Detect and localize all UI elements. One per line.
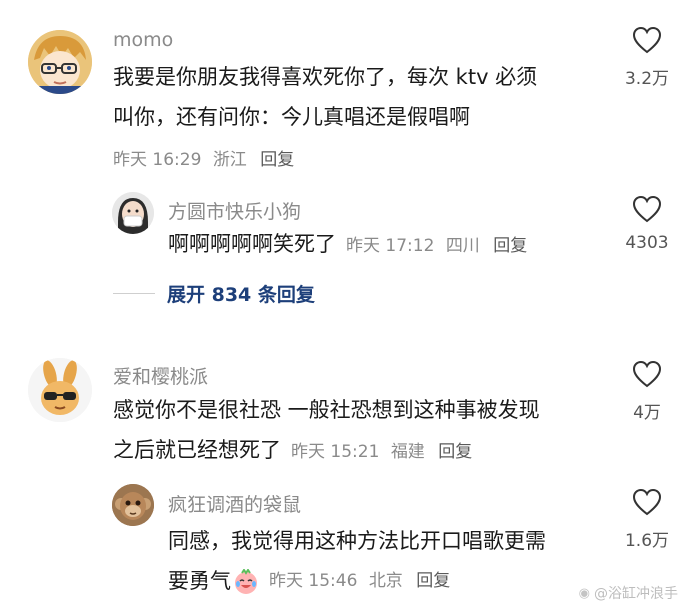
comment-time: 昨天 15:21 — [291, 442, 380, 462]
comment-location: 福建 — [390, 442, 425, 462]
comment-time: 昨天 16:29 — [113, 150, 202, 170]
comment-text: 感觉你不是很社恐 一般社恐想到这种事被发现 之后就已经想死了 昨天 15:21 … — [113, 390, 593, 472]
reply-location: 北京 — [368, 571, 403, 591]
reply-text: 同感，我觉得用这种方法比开口唱歌更需 要勇气 昨天 15:46 北京 回复 — [168, 521, 598, 601]
reply-time: 昨天 17:12 — [346, 236, 435, 256]
comment-username[interactable]: momo — [113, 29, 173, 51]
heart-icon — [632, 360, 662, 388]
comment-text-tail: 之后就已经想死了 — [113, 438, 281, 462]
expand-divider — [113, 293, 155, 294]
comment-text-line: 我要是你朋友我得喜欢死你了，每次 ktv 必须 — [113, 65, 538, 89]
expand-replies-label: 展开 834 条回复 — [167, 284, 315, 306]
reply-button[interactable]: 回复 — [260, 150, 294, 170]
like-button[interactable]: 4303 — [607, 195, 687, 253]
monkey-avatar-icon — [112, 484, 154, 526]
reply-username[interactable]: 方圆市快乐小狗 — [168, 197, 301, 224]
comment-meta: 昨天 16:29 浙江 回复 — [113, 145, 294, 170]
like-button[interactable]: 3.2万 — [607, 26, 687, 89]
comment-text: 我要是你朋友我得喜欢死你了，每次 ktv 必须 叫你，还有问你：今儿真唱还是假唱… — [113, 57, 593, 137]
watermark-text: @浴缸冲浪手 — [594, 586, 678, 602]
watermark: ◉ @浴缸冲浪手 — [579, 583, 678, 603]
reply-text-tail: 要勇气 — [168, 569, 231, 593]
comment-username[interactable]: 爱和樱桃派 — [113, 362, 208, 389]
girl-mask-avatar-icon — [112, 192, 154, 234]
user-avatar[interactable] — [112, 484, 154, 526]
weibo-icon: ◉ — [578, 585, 590, 601]
crying-laughing-emoji-icon — [233, 568, 259, 594]
like-count: 4万 — [633, 403, 661, 423]
comment-text-line: 感觉你不是很社恐 一般社恐想到这种事被发现 — [113, 398, 540, 422]
like-button[interactable]: 1.6万 — [607, 488, 687, 551]
reply-button[interactable]: 回复 — [416, 571, 450, 591]
user-avatar[interactable] — [28, 358, 92, 422]
like-count: 3.2万 — [624, 69, 670, 89]
like-button[interactable]: 4万 — [607, 360, 687, 423]
reply-text: 啊啊啊啊啊笑死了 — [168, 232, 336, 256]
comment-location: 浙江 — [212, 150, 247, 170]
heart-icon — [632, 26, 662, 54]
reply-meta: 昨天 17:12 四川 回复 — [346, 231, 527, 256]
reply-content-row: 啊啊啊啊啊笑死了 昨天 17:12 四川 回复 — [168, 228, 527, 258]
reply-text-line: 要勇气 昨天 15:46 北京 回复 — [168, 561, 598, 601]
reply-button[interactable]: 回复 — [493, 236, 527, 256]
user-avatar[interactable] — [112, 192, 154, 234]
reply-button[interactable]: 回复 — [438, 442, 472, 462]
user-avatar[interactable] — [28, 30, 92, 94]
reply-text-line: 同感，我觉得用这种方法比开口唱歌更需 — [168, 529, 546, 553]
expand-replies-button[interactable]: 展开 834 条回复 — [113, 280, 315, 307]
comment-meta: 昨天 15:21 福建 回复 — [291, 432, 472, 472]
like-count: 4303 — [625, 233, 669, 253]
heart-icon — [632, 195, 662, 223]
comment-text-line: 之后就已经想死了 昨天 15:21 福建 回复 — [113, 430, 593, 472]
anime-boy-avatar-icon — [28, 30, 92, 94]
reply-meta: 昨天 15:46 北京 回复 — [269, 561, 450, 601]
reply-time: 昨天 15:46 — [269, 571, 358, 591]
bunny-sunglasses-avatar-icon — [28, 358, 92, 422]
heart-icon — [632, 488, 662, 516]
comment-text-line: 叫你，还有问你：今儿真唱还是假唱啊 — [113, 105, 470, 129]
like-count: 1.6万 — [624, 531, 670, 551]
reply-location: 四川 — [445, 236, 480, 256]
reply-username[interactable]: 疯狂调酒的袋鼠 — [168, 490, 301, 517]
